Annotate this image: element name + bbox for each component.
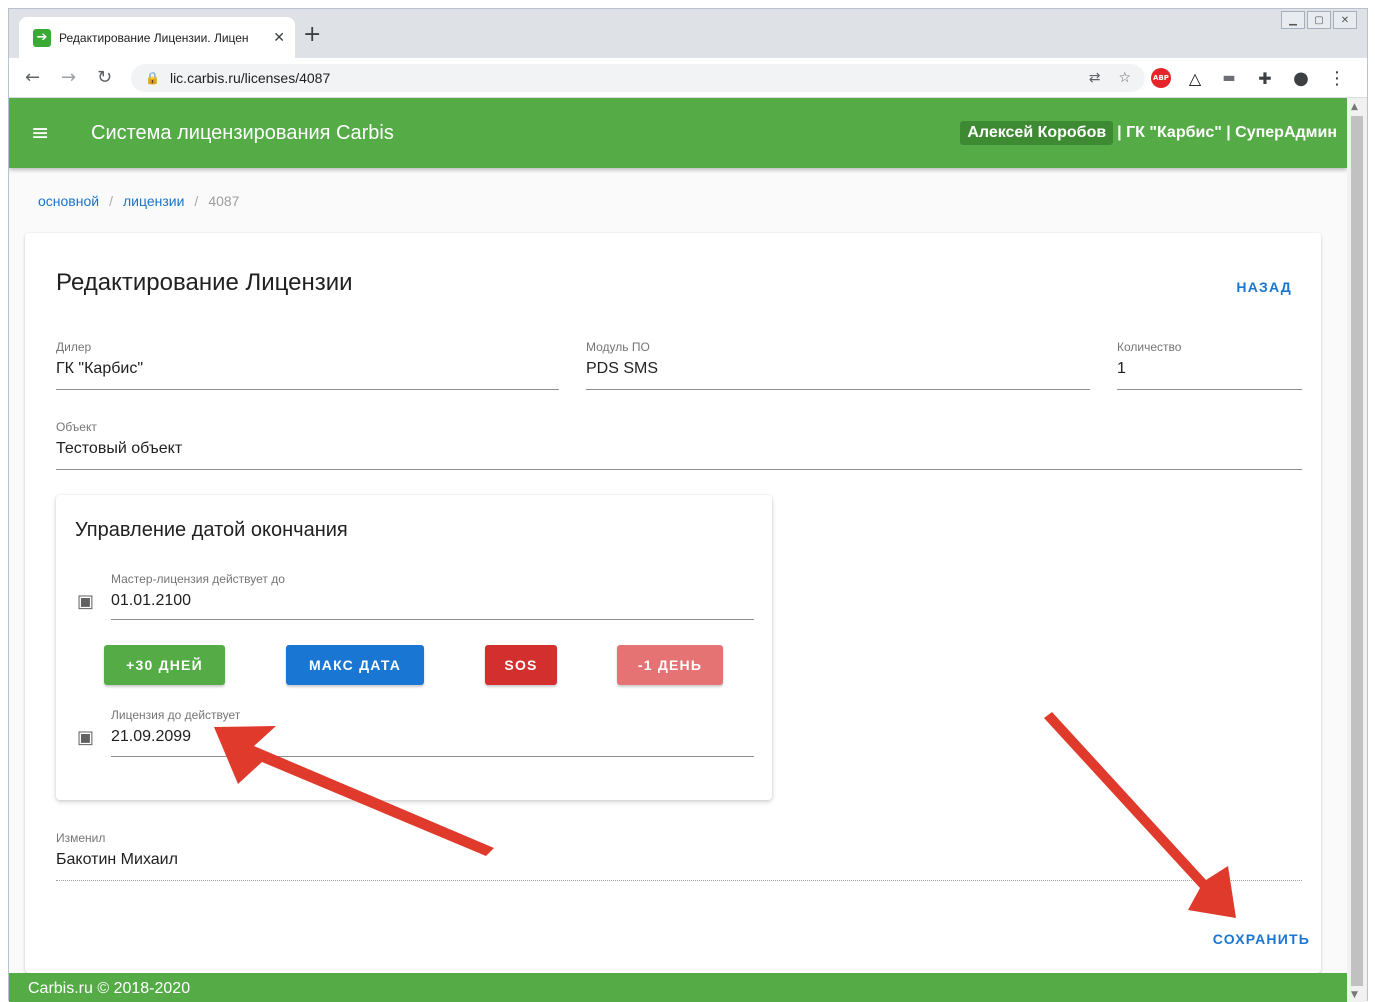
breadcrumb-licenses[interactable]: лицензии <box>123 193 184 209</box>
module-label: Модуль ПО <box>586 340 650 354</box>
scroll-up-icon[interactable]: ▲ <box>1351 102 1358 112</box>
tab-title: Редактирование Лицензии. Лицен <box>59 30 249 45</box>
address-bar[interactable]: 🔒 lic.carbis.ru/licenses/4087 ⇄ ☆ <box>131 64 1145 92</box>
calendar-icon[interactable]: ▣ <box>77 591 94 612</box>
reload-icon[interactable]: ↻ <box>97 67 112 88</box>
back-arrow-icon[interactable]: ← <box>25 67 40 88</box>
quantity-value: 1 <box>1117 360 1126 377</box>
license-edit-card: Редактирование Лицензии НАЗАД Дилер ГК "… <box>25 233 1321 973</box>
minimize-icon[interactable]: ▁ <box>1281 11 1305 29</box>
toolbar: ← → ↻ 🔒 lic.carbis.ru/licenses/4087 ⇄ ☆ … <box>9 58 1367 98</box>
maximize-icon[interactable]: ▢ <box>1307 11 1331 29</box>
license-date-label: Лицензия до действует <box>111 708 241 722</box>
dealer-value: ГК "Карбис" <box>56 360 144 377</box>
account-icon[interactable]: ● <box>1291 68 1311 89</box>
page-title: Редактирование Лицензии <box>56 269 353 296</box>
scroll-down-icon[interactable]: ▼ <box>1351 990 1358 1000</box>
max-date-button[interactable]: МАКС ДАТА <box>286 645 424 685</box>
license-date-value: 21.09.2099 <box>111 728 192 745</box>
object-label: Объект <box>56 420 97 434</box>
expiry-date-panel: Управление датой окончания ▣ Мастер-лице… <box>56 495 772 800</box>
calendar-icon[interactable]: ▣ <box>77 727 94 748</box>
master-license-date-field[interactable]: Мастер-лицензия действует до 01.01.2100 <box>111 572 754 620</box>
modified-by-label: Изменил <box>56 831 106 845</box>
quantity-label: Количество <box>1117 340 1182 354</box>
app-title: Система лицензирования Carbis <box>91 121 394 144</box>
footer: Carbis.ru © 2018-2020 <box>9 973 1347 1002</box>
vertical-scrollbar[interactable]: ▲ ▼ <box>1347 98 1367 1002</box>
dealer-label: Дилер <box>56 340 92 354</box>
master-license-label: Мастер-лицензия действует до <box>111 572 285 586</box>
favicon-arrow-icon: ➔ <box>33 28 51 47</box>
breadcrumb-current: 4087 <box>208 193 240 209</box>
lock-icon[interactable]: 🔒 <box>145 71 160 85</box>
license-date-field[interactable]: Лицензия до действует 21.09.2099 <box>111 708 754 757</box>
expiry-panel-title: Управление датой окончания <box>75 519 348 541</box>
minus-1-day-button[interactable]: -1 ДЕНЬ <box>617 645 723 685</box>
tab-strip: ➔ Редактирование Лицензии. Лицен ✕ + ▁ ▢… <box>9 9 1367 58</box>
delta-extension-icon[interactable]: △ <box>1185 68 1205 88</box>
app-bar: ≡ Система лицензирования Carbis Алексей … <box>9 98 1347 168</box>
user-name[interactable]: Алексей Коробов <box>960 121 1114 145</box>
url-text: lic.carbis.ru/licenses/4087 <box>169 70 331 86</box>
footer-text: Carbis.ru © 2018-2020 <box>28 980 191 997</box>
save-button[interactable]: СОХРАНИТЬ <box>1213 931 1310 947</box>
scrollbar-thumb[interactable] <box>1351 116 1363 986</box>
tab-close-icon[interactable]: ✕ <box>273 30 285 46</box>
sos-button[interactable]: SOS <box>485 645 557 685</box>
quantity-field[interactable]: Количество 1 <box>1117 340 1302 390</box>
modified-by-value: Бакотин Михаил <box>56 851 178 868</box>
modified-by-field: Изменил Бакотин Михаил <box>56 831 1302 881</box>
master-license-value: 01.01.2100 <box>111 592 192 609</box>
window-controls: ▁ ▢ ✕ <box>1279 11 1357 29</box>
breadcrumb: основной / лицензии / 4087 <box>38 193 239 209</box>
translate-icon[interactable]: ⇄ <box>1089 70 1101 86</box>
page-viewport: ≡ Система лицензирования Carbis Алексей … <box>9 98 1347 1002</box>
bookmark-star-icon[interactable]: ☆ <box>1118 70 1131 86</box>
plus-30-days-button[interactable]: +30 ДНЕЙ <box>104 645 225 685</box>
hamburger-menu-icon[interactable]: ≡ <box>31 121 53 146</box>
browser-window: ➔ Редактирование Лицензии. Лицен ✕ + ▁ ▢… <box>8 8 1368 1002</box>
browser-tab[interactable]: ➔ Редактирование Лицензии. Лицен ✕ <box>19 17 295 58</box>
forward-arrow-icon[interactable]: → <box>61 67 76 88</box>
breadcrumb-separator: / <box>109 193 113 209</box>
user-org-role: | ГК "Карбис" | СуперАдмин <box>1117 124 1337 141</box>
dealer-field[interactable]: Дилер ГК "Карбис" <box>56 340 559 390</box>
extensions-puzzle-icon[interactable]: ✚ <box>1255 68 1275 88</box>
breadcrumb-separator: / <box>194 193 199 209</box>
object-field[interactable]: Объект Тестовый объект <box>56 420 1302 470</box>
user-info: Алексей Коробов | ГК "Карбис" | СуперАдм… <box>960 121 1337 145</box>
new-tab-icon[interactable]: + <box>303 24 321 46</box>
object-value: Тестовый объект <box>56 440 183 457</box>
close-window-icon[interactable]: ✕ <box>1333 11 1357 29</box>
back-button[interactable]: НАЗАД <box>1236 279 1292 295</box>
module-field[interactable]: Модуль ПО PDS SMS <box>586 340 1090 390</box>
adblock-icon[interactable]: ABP <box>1151 68 1171 88</box>
breadcrumb-home[interactable]: основной <box>38 193 99 209</box>
pocket-icon[interactable]: ▬ <box>1219 68 1239 88</box>
browser-menu-icon[interactable]: ⋮ <box>1327 68 1347 89</box>
module-value: PDS SMS <box>586 360 659 377</box>
